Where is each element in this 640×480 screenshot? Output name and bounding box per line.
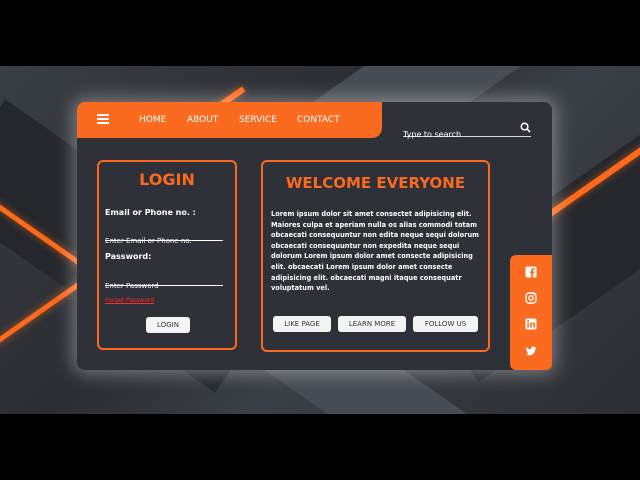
like-page-button[interactable]: LIKE PAGE: [273, 316, 331, 332]
linkedin-icon[interactable]: [525, 318, 537, 330]
welcome-title: WELCOME EVERYONE: [285, 174, 466, 192]
search-bar: [403, 122, 531, 139]
login-title: LOGIN: [139, 170, 195, 189]
login-button[interactable]: LOGIN: [146, 317, 190, 333]
search-icon[interactable]: [520, 122, 531, 133]
learn-more-button[interactable]: LEARN MORE: [338, 316, 406, 332]
follow-us-button[interactable]: FOLLOW US: [413, 316, 478, 332]
orange-stripe: [0, 282, 81, 355]
email-field-wrap: [105, 228, 223, 245]
password-label: Password:: [105, 252, 152, 261]
password-field-wrap: [105, 273, 223, 290]
forgot-password-link[interactable]: Forget Password: [105, 297, 154, 304]
login-panel: LOGIN Email or Phone no. : Password: For…: [97, 160, 237, 350]
twitter-icon[interactable]: [525, 345, 537, 357]
nav-service[interactable]: SERVICE: [239, 115, 277, 125]
social-bar: [510, 255, 552, 370]
navbar: HOME ABOUT SERVICE CONTACT: [77, 102, 382, 138]
search-input[interactable]: [403, 130, 513, 139]
instagram-icon[interactable]: [525, 292, 537, 304]
password-field[interactable]: [105, 282, 223, 290]
welcome-panel: WELCOME EVERYONE Lorem ipsum dolor sit a…: [261, 160, 490, 352]
email-label: Email or Phone no. :: [105, 208, 196, 217]
email-field[interactable]: [105, 237, 223, 245]
welcome-text: Lorem ipsum dolor sit amet consectet adi…: [271, 210, 480, 293]
nav-about[interactable]: ABOUT: [187, 115, 218, 125]
hamburger-menu-icon[interactable]: [97, 114, 109, 124]
nav-home[interactable]: HOME: [139, 115, 166, 125]
facebook-icon[interactable]: [525, 266, 537, 278]
nav-contact[interactable]: CONTACT: [297, 115, 340, 125]
